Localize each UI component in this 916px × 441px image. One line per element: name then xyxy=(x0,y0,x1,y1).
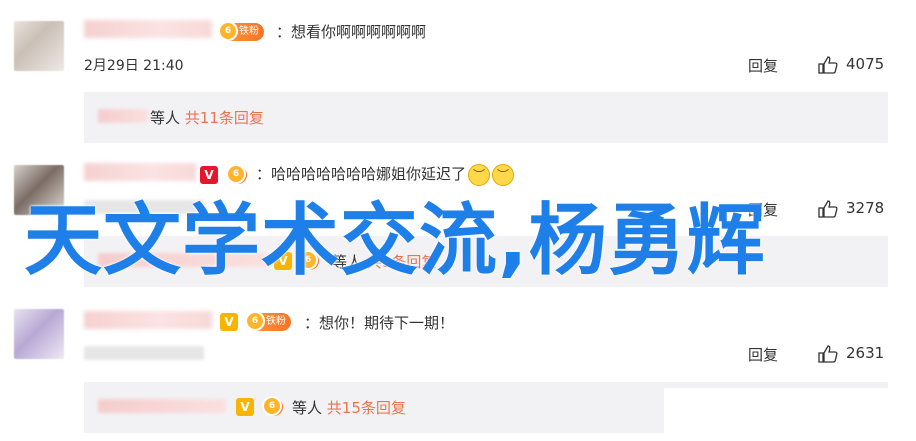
overlay-patch xyxy=(664,388,916,441)
fan-badge: 6 xyxy=(262,396,283,416)
username-blurred[interactable] xyxy=(84,311,212,329)
watermark-text: 天文学术交流,杨勇辉 xyxy=(24,196,766,286)
like-count: 4075 xyxy=(846,55,885,73)
username-blurred[interactable] xyxy=(84,20,212,38)
fan-badge: 6 铁粉 xyxy=(245,311,291,331)
reply-prefix: 等人 xyxy=(292,399,323,417)
comment-text: ：想你！期待下一期！ xyxy=(304,314,455,332)
reply-users-blurred xyxy=(98,399,226,413)
reply-users-blurred xyxy=(98,109,148,123)
fan-badge: 6 铁粉 xyxy=(218,21,264,41)
fan-medal-icon: 6 xyxy=(262,396,282,416)
reply-count-link[interactable]: 共15条回复 xyxy=(327,399,406,417)
reply-preview[interactable]: 等人 共11条回复 xyxy=(84,92,888,143)
like-count: 3278 xyxy=(846,199,885,217)
avatar[interactable] xyxy=(14,309,64,359)
comment-text: ：想看你啊啊啊啊啊啊 xyxy=(276,23,427,41)
reply-button[interactable]: 回复 xyxy=(748,55,778,76)
fan-medal-icon: 6 xyxy=(245,311,265,331)
avatar[interactable] xyxy=(14,21,64,71)
like-count: 2631 xyxy=(846,344,885,362)
reply-button[interactable]: 回复 xyxy=(748,344,778,365)
reply-prefix: 等人 xyxy=(150,109,181,127)
vip-badge-icon: V xyxy=(236,398,254,416)
comment-time-blurred xyxy=(84,346,204,360)
comment-time: 2月29日 21:40 xyxy=(84,58,184,74)
thumbs-up-icon[interactable] xyxy=(818,56,838,74)
reply-count-link[interactable]: 共11条回复 xyxy=(185,109,264,127)
fan-medal-icon: 6 xyxy=(218,21,238,41)
vip-badge-icon: V xyxy=(220,313,238,331)
thumbs-up-icon[interactable] xyxy=(818,200,838,218)
thumbs-up-icon[interactable] xyxy=(818,345,838,363)
